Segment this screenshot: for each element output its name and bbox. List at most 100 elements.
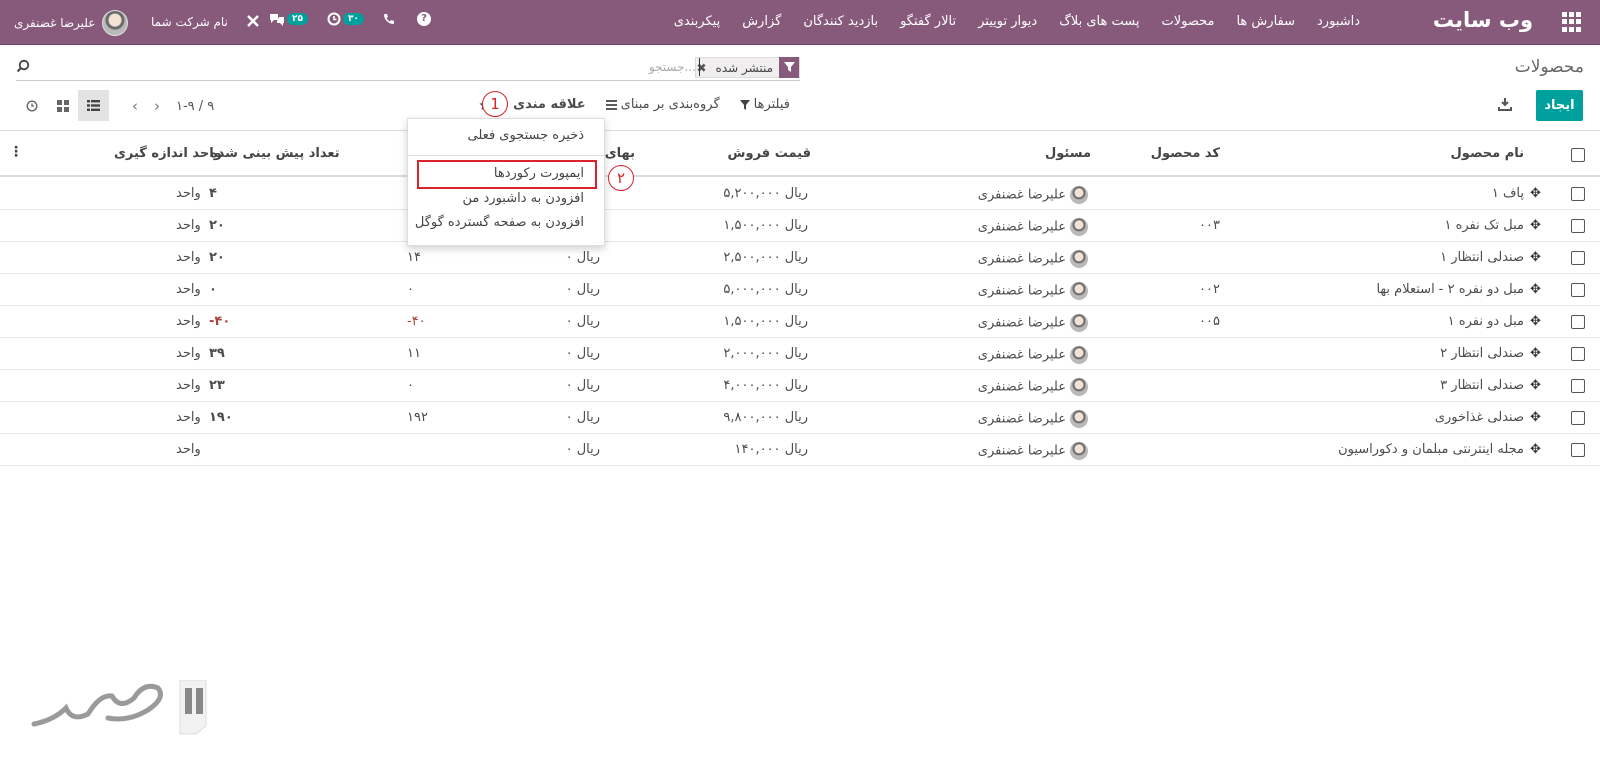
cell-sale-price: ۱۴۰,۰۰۰ ریال [734, 442, 808, 457]
search-facet-published[interactable]: منتشر شده ✖ [695, 57, 800, 78]
avatar [1070, 378, 1088, 396]
table-row[interactable]: ✥ پاف ۱ علیرضا غضنفری ۵,۲۰۰,۰۰۰ ریال ۴ واحد [0, 178, 1600, 210]
user-name: علیرضا غضنفری [14, 16, 96, 30]
watermark-logo [31, 680, 207, 735]
drag-handle-icon[interactable]: ✥ [1530, 378, 1541, 393]
menu-item-reporting[interactable]: گزارش [742, 14, 781, 29]
column-responsible[interactable]: مسئول [1045, 146, 1091, 161]
table-row[interactable]: ✥ صندلی انتظار ۳ علیرضا غضنفری ۴,۰۰۰,۰۰۰ ری… [0, 370, 1600, 402]
drag-handle-icon[interactable]: ✥ [1530, 346, 1541, 361]
select-all-checkbox[interactable] [1571, 148, 1585, 162]
row-checkbox[interactable] [1571, 315, 1585, 329]
pager-value[interactable]: ۱-۹ / ۹ [176, 99, 214, 114]
drag-handle-icon[interactable]: ✥ [1530, 250, 1541, 265]
menu-item-products[interactable]: محصولات [1161, 14, 1214, 29]
cell-responsible: علیرضا غضنفری [978, 186, 1088, 204]
cell-product-name: پاف ۱ [1491, 186, 1524, 201]
cell-uom: واحد [176, 314, 201, 329]
cell-cost: ۰ ریال [565, 346, 600, 361]
responsible-name: علیرضا غضنفری [977, 283, 1066, 299]
activities-badge: ۳۰ [343, 13, 364, 25]
user-menu[interactable]: علیرضا غضنفری [14, 10, 129, 36]
responsible-name: علیرضا غضنفری [977, 315, 1066, 331]
row-checkbox[interactable] [1571, 411, 1585, 425]
optional-columns-icon[interactable]: ⋮ [9, 144, 23, 160]
messages-menu[interactable]: ۲۵ [269, 12, 308, 26]
drag-handle-icon[interactable]: ✥ [1530, 186, 1541, 201]
apps-menu-icon[interactable] [1562, 12, 1582, 32]
row-checkbox[interactable] [1571, 379, 1585, 393]
column-uom[interactable]: واحد اندازه گیری [114, 146, 222, 161]
groupby-label: گروه‌بندی بر مبنای [620, 97, 720, 112]
column-forecast[interactable]: تعداد پیش بینی شده [210, 146, 340, 161]
avatar [102, 10, 129, 36]
activity-view-icon[interactable] [16, 90, 47, 121]
drag-handle-icon[interactable]: ✥ [1530, 282, 1541, 297]
cell-responsible: علیرضا غضنفری [978, 442, 1088, 460]
pager-next-icon[interactable]: › [154, 97, 160, 115]
cell-on-hand: -۴۰ [407, 314, 426, 329]
menu-item-visitors[interactable]: بازدید کنندگان [803, 14, 878, 29]
row-checkbox[interactable] [1571, 219, 1585, 233]
view-switcher [16, 90, 109, 121]
create-button[interactable]: ایجاد [1536, 90, 1583, 121]
column-sale-price[interactable]: قیمت فروش [728, 146, 811, 161]
phone-icon[interactable] [383, 13, 395, 29]
row-checkbox[interactable] [1571, 251, 1585, 265]
cell-responsible: علیرضا غضنفری [978, 314, 1088, 332]
groupby-button[interactable]: گروه‌بندی بر مبنای [605, 97, 720, 112]
cell-responsible: علیرضا غضنفری [978, 282, 1088, 300]
column-product-code[interactable]: کد محصول [1151, 146, 1220, 161]
list-view-icon[interactable] [78, 90, 109, 121]
table-row[interactable]: ✥ صندلی انتظار ۲ علیرضا غضنفری ۲,۰۰۰,۰۰۰ ری… [0, 338, 1600, 370]
row-checkbox[interactable] [1571, 283, 1585, 297]
menu-item-dashboard[interactable]: داشبورد [1317, 14, 1360, 29]
favorites-dropdown: ذخیره جستجوی فعلی ایمپورت رکوردها افزودن… [407, 118, 605, 246]
drag-handle-icon[interactable]: ✥ [1530, 218, 1541, 233]
favorites-label: علاقه مندی ها [494, 97, 586, 112]
avatar [1070, 410, 1088, 428]
cell-on-hand: ۰ [407, 378, 414, 393]
table-row[interactable]: ✥ صندلی غذاخوری علیرضا غضنفری ۹,۸۰۰,۰۰۰ ریا… [0, 402, 1600, 434]
menu-item-orders[interactable]: سفارش ها [1236, 14, 1295, 29]
cell-responsible: علیرضا غضنفری [978, 378, 1088, 396]
menu-item-configuration[interactable]: پیکربندی [674, 14, 720, 29]
cell-responsible: علیرضا غضنفری [978, 410, 1088, 428]
drag-handle-icon[interactable]: ✥ [1530, 410, 1541, 425]
table-row[interactable]: ✥ مبل دو نفره ۱ ۰۰۵ علیرضا غضنفری ۱,۵۰۰,۰۰۰ … [0, 306, 1600, 338]
drag-handle-icon[interactable]: ✥ [1530, 314, 1541, 329]
table-row[interactable]: ✥ مبل دو نفره ۲ - استعلام بها ۰۰۲ علیرضا غض… [0, 274, 1600, 306]
cell-sale-price: ۱,۵۰۰,۰۰۰ ریال [723, 218, 808, 233]
activities-menu[interactable]: ۳۰ [327, 12, 364, 26]
cell-sale-price: ۲,۰۰۰,۰۰۰ ریال [723, 346, 808, 361]
search-input[interactable]: جستجو... [649, 60, 696, 74]
add-to-google-spreadsheet-item[interactable]: افزودن به صفحه گسترده گوگل [415, 215, 584, 230]
search-icon[interactable] [16, 59, 30, 73]
row-checkbox[interactable] [1571, 187, 1585, 201]
cell-forecast: ۰ [209, 282, 217, 297]
company-switcher[interactable]: نام شرکت شما [151, 15, 228, 29]
add-to-dashboard-item[interactable]: افزودن به داشبورد من [463, 191, 584, 206]
row-checkbox[interactable] [1571, 443, 1585, 457]
filters-button[interactable]: فیلترها [739, 97, 790, 112]
systray: علیرضا غضنفری نام شرکت شما ۲۵ ۳۰ ? [14, 8, 431, 38]
debug-tools-icon[interactable] [246, 13, 260, 32]
table-row[interactable]: ✥ صندلی انتظار ۱ علیرضا غضنفری ۲,۵۰۰,۰۰۰ ری… [0, 242, 1600, 274]
menu-item-blog-posts[interactable]: پست های بلاگ [1059, 14, 1139, 29]
save-current-search-item[interactable]: ذخیره جستجوی فعلی [468, 128, 584, 143]
import-records-item[interactable]: ایمپورت رکوردها [494, 166, 584, 181]
menu-item-forum[interactable]: تالار گفتگو [900, 14, 956, 29]
kanban-view-icon[interactable] [47, 90, 78, 121]
download-icon[interactable] [1498, 97, 1512, 111]
table-row[interactable]: ✥ مبل تک نفره ۱ ۰۰۳ علیرضا غضنفری ۱,۵۰۰,۰۰۰ … [0, 210, 1600, 242]
cell-on-hand: ۱۹۲ [407, 410, 428, 425]
search-bar[interactable]: منتشر شده ✖ جستجو... [16, 57, 800, 81]
column-product-name[interactable]: نام محصول [1451, 146, 1524, 161]
drag-handle-icon[interactable]: ✥ [1530, 442, 1541, 457]
help-icon[interactable]: ? [417, 12, 431, 26]
row-checkbox[interactable] [1571, 347, 1585, 361]
table-row[interactable]: ✥ مجله اینترنتی مبلمان و دکوراسیون علیرضا … [0, 434, 1600, 466]
pager-previous-icon[interactable]: ‹ [132, 97, 138, 115]
menu-item-twitter-wall[interactable]: دیوار توییتر [978, 14, 1037, 29]
avatar [1070, 442, 1088, 460]
